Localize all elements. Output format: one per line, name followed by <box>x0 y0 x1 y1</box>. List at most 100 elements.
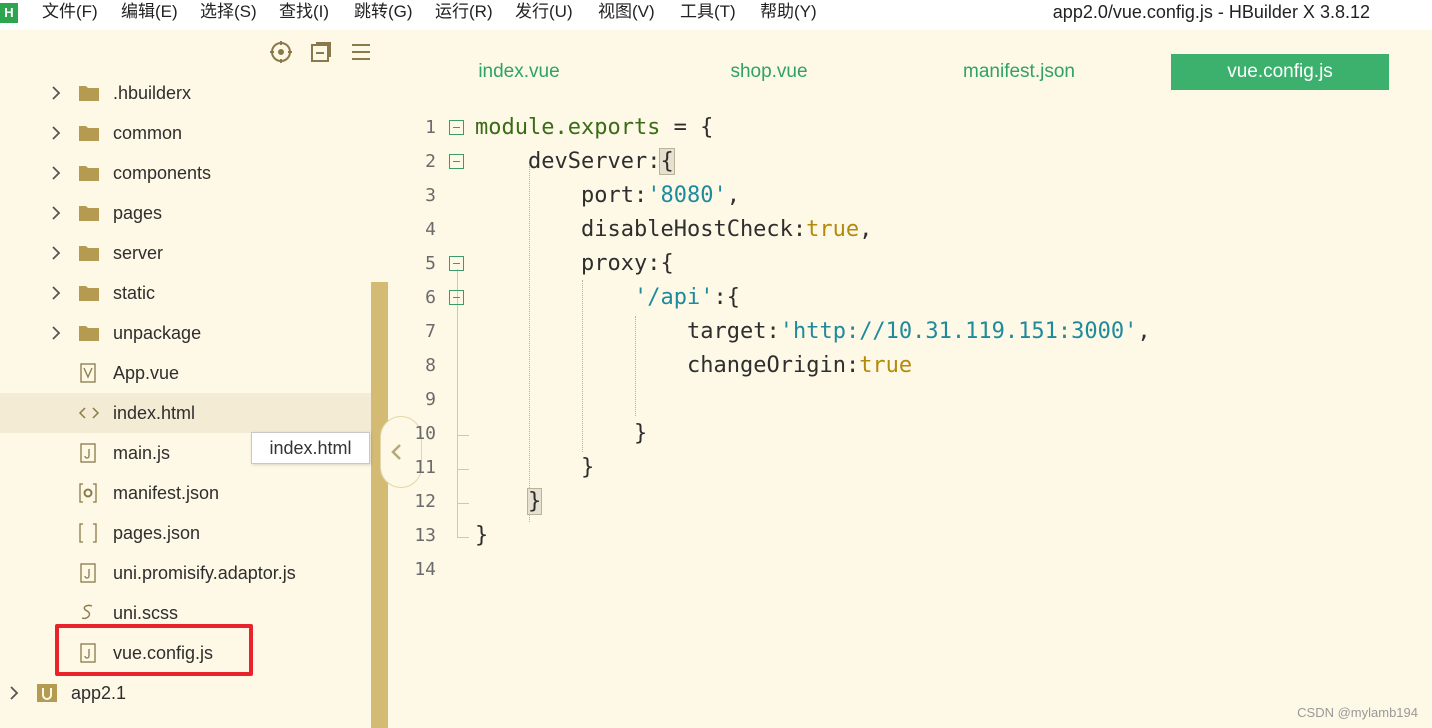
tree-item-label: server <box>113 243 164 263</box>
tree-item-label: main.js <box>113 443 171 463</box>
code-token: } <box>581 455 595 480</box>
chevron-right-icon[interactable] <box>48 165 64 181</box>
code-editor[interactable]: 1 module.exports = { 2 devServer:{ 3 por… <box>388 110 1432 710</box>
tree-item-label: manifest.json <box>113 483 220 503</box>
code-token: , <box>859 217 873 242</box>
menu-file[interactable]: 文件(F) <box>42 0 98 24</box>
tooltip: index.html <box>251 432 370 464</box>
chevron-right-icon[interactable] <box>48 325 64 341</box>
chevron-right-icon[interactable] <box>48 285 64 301</box>
code-token: , <box>726 183 740 208</box>
tab-shop-vue[interactable]: shop.vue <box>670 54 868 90</box>
tree-item-app-vue[interactable]: App.vue <box>0 353 371 393</box>
locate-icon[interactable] <box>269 40 293 64</box>
code-token: } <box>634 421 648 446</box>
code-token: '8080' <box>647 183 727 208</box>
chevron-right-icon[interactable] <box>48 125 64 141</box>
tree-item-label: components <box>113 163 212 183</box>
code-line: 8 changeOrigin:true <box>388 349 1432 383</box>
folder-icon <box>79 126 99 141</box>
line-number: 6 <box>425 287 436 308</box>
hbuilder-logo-icon: H <box>0 3 18 23</box>
window-title: app2.0/vue.config.js - HBuilder X 3.8.12 <box>1052 2 1370 22</box>
fold-toggle-icon[interactable] <box>449 120 464 135</box>
code-token: devServer: <box>528 149 661 174</box>
menu-publish[interactable]: 发行(U) <box>515 0 573 24</box>
tree-item-common[interactable]: common <box>0 113 371 153</box>
sidebar-splitter[interactable] <box>371 282 388 728</box>
code-line: 11 } <box>388 451 1432 485</box>
fold-toggle-icon[interactable] <box>449 154 464 169</box>
chevron-right-icon[interactable] <box>48 85 64 101</box>
splitter-top <box>371 30 388 282</box>
fold-toggle-icon[interactable] <box>449 290 464 305</box>
menu-edit[interactable]: 编辑(E) <box>121 0 178 24</box>
line-number: 5 <box>425 253 436 274</box>
code-line: 13 } <box>388 519 1432 553</box>
menu-help[interactable]: 帮助(Y) <box>760 0 817 24</box>
js-file-icon <box>80 443 96 463</box>
menu-goto[interactable]: 跳转(G) <box>354 0 413 24</box>
tab-manifest-json[interactable]: manifest.json <box>920 54 1118 90</box>
folder-icon <box>79 246 99 261</box>
tree-item-label: app2.1 <box>71 683 127 703</box>
red-highlight-annotation <box>55 624 253 676</box>
menu-run[interactable]: 运行(R) <box>435 0 493 24</box>
menu-bar: H 文件(F) 编辑(E) 选择(S) 查找(I) 跳转(G) 运行(R) 发行… <box>0 0 1432 30</box>
code-token: target: <box>687 319 780 344</box>
code-token: changeOrigin: <box>687 353 860 378</box>
html-file-icon <box>78 407 100 419</box>
tab-vue-config-js[interactable]: vue.config.js <box>1171 54 1389 90</box>
uni-app-project-icon <box>37 684 57 702</box>
collapse-all-icon[interactable] <box>309 40 333 64</box>
line-number: 7 <box>425 321 436 342</box>
code-line: 4 disableHostCheck:true, <box>388 213 1432 247</box>
tree-item-hbuilderx[interactable]: .hbuilderx <box>0 73 371 113</box>
code-line: 3 port:'8080', <box>388 179 1432 213</box>
tree-item-server[interactable]: server <box>0 233 371 273</box>
tab-index-vue[interactable]: index.vue <box>420 54 618 90</box>
code-line: 2 devServer:{ <box>388 145 1432 179</box>
code-token: , <box>1137 319 1151 344</box>
tree-item-manifest-json[interactable]: manifest.json <box>0 473 371 513</box>
chevron-right-icon[interactable] <box>48 245 64 261</box>
line-number: 12 <box>414 491 436 512</box>
chevron-right-icon[interactable] <box>6 685 22 701</box>
line-number: 14 <box>414 559 436 580</box>
menu-find[interactable]: 查找(I) <box>279 0 329 24</box>
watermark: CSDN @mylamb194 <box>1297 705 1418 720</box>
line-number: 2 <box>425 151 436 172</box>
code-token: :{ <box>713 285 740 310</box>
tree-item-uni-promisify-adaptor-js[interactable]: uni.promisify.adaptor.js <box>0 553 371 593</box>
chevron-right-icon[interactable] <box>48 205 64 221</box>
tree-item-pages-json[interactable]: pages.json <box>0 513 371 553</box>
line-number: 4 <box>425 219 436 240</box>
tree-item-static[interactable]: static <box>0 273 371 313</box>
line-number: 8 <box>425 355 436 376</box>
menu-icon[interactable] <box>349 40 373 64</box>
fold-toggle-icon[interactable] <box>449 256 464 271</box>
code-token: 'http://10.31.119.151:3000' <box>779 319 1138 344</box>
tree-item-components[interactable]: components <box>0 153 371 193</box>
code-token: port: <box>581 183 648 208</box>
code-token: = { <box>660 115 714 140</box>
menu-tools[interactable]: 工具(T) <box>680 0 736 24</box>
folder-icon <box>79 326 99 341</box>
code-token: proxy:{ <box>581 251 674 276</box>
folder-icon <box>79 286 99 301</box>
tree-item-label: App.vue <box>113 363 180 383</box>
code-token: module.exports <box>475 115 661 140</box>
menu-view[interactable]: 视图(V) <box>598 0 655 24</box>
menu-select[interactable]: 选择(S) <box>200 0 257 24</box>
code-line: 9 <box>388 383 1432 417</box>
vue-file-icon <box>80 363 96 383</box>
tree-item-unpackage[interactable]: unpackage <box>0 313 371 353</box>
matched-bracket: { <box>659 148 675 175</box>
tree-item-label: unpackage <box>113 323 202 343</box>
code-token: disableHostCheck: <box>581 217 807 242</box>
tree-item-project-app2-1[interactable]: app2.1 <box>0 673 371 713</box>
tree-item-label: common <box>113 123 183 143</box>
tree-item-index-html[interactable]: index.html <box>0 393 371 433</box>
tree-item-pages[interactable]: pages <box>0 193 371 233</box>
tree-item-label: uni.promisify.adaptor.js <box>113 563 296 583</box>
